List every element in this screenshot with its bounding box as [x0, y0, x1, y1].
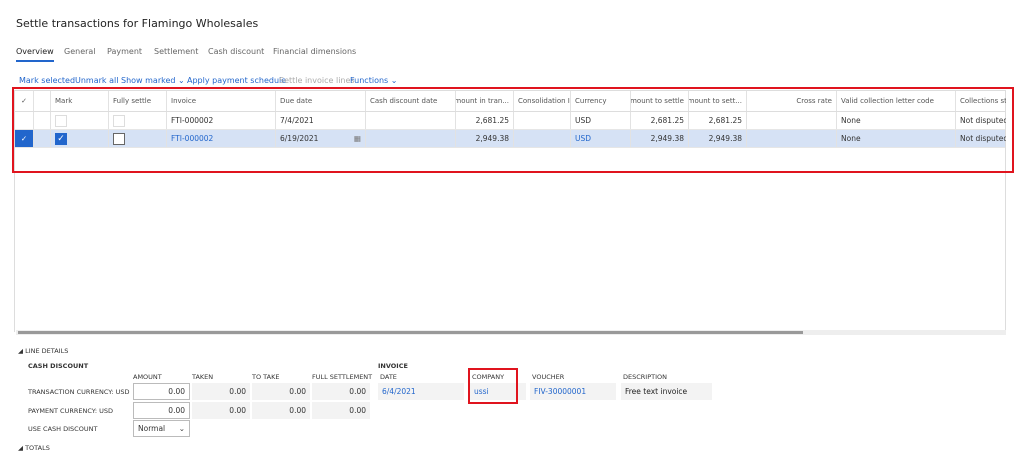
col-full-settlement: FULL SETTLEMENT: [312, 373, 373, 381]
apply-payment-schedule-button[interactable]: Apply payment schedule: [187, 76, 286, 85]
chevron-down-icon: ⌄: [390, 76, 398, 85]
transaction-full-settlement: 0.00: [312, 383, 370, 400]
page-title: Settle transactions for Flamingo Wholesa…: [16, 17, 259, 30]
functions-button[interactable]: Functions ⌄: [350, 76, 397, 85]
chevron-down-icon: ⌄: [178, 76, 185, 85]
col-taken: TAKEN: [192, 373, 214, 381]
chevron-down-icon: ⌄: [178, 424, 185, 433]
transaction-amount-input[interactable]: 0.00: [133, 383, 190, 400]
cash-discount-header: CASH DISCOUNT: [28, 362, 89, 370]
transaction-to-take: 0.00: [252, 383, 310, 400]
settle-invoice-lines-button[interactable]: Settle invoice lines: [279, 76, 355, 85]
totals-header: TOTALS: [25, 444, 50, 452]
tab-settlement[interactable]: Settlement: [154, 47, 198, 56]
col-to-take: TO TAKE: [252, 373, 280, 381]
mark-selected-button[interactable]: Mark selected: [19, 76, 75, 85]
invoice-header: INVOICE: [378, 362, 408, 370]
tab-financial-dimensions[interactable]: Financial dimensions: [273, 47, 356, 56]
show-marked-button[interactable]: Show marked ⌄: [121, 76, 185, 85]
description-value: Free text invoice: [621, 383, 712, 400]
tab-payment[interactable]: Payment: [107, 47, 142, 56]
invoice-date-link[interactable]: 6/4/2021: [378, 383, 464, 400]
tab-overview[interactable]: Overview: [16, 47, 54, 62]
highlight-box-grid: [12, 87, 1014, 173]
payment-amount-input[interactable]: 0.00: [133, 402, 190, 419]
unmark-all-button[interactable]: Unmark all: [75, 76, 118, 85]
tab-general[interactable]: General: [64, 47, 96, 56]
payment-taken: 0.00: [192, 402, 250, 419]
use-cash-discount-select[interactable]: Normal ⌄: [133, 420, 190, 437]
use-cash-discount-label: USE CASH DISCOUNT: [28, 425, 98, 433]
payment-to-take: 0.00: [252, 402, 310, 419]
payment-currency-label: PAYMENT CURRENCY: USD: [28, 407, 114, 415]
voucher-link[interactable]: FIV-30000001: [530, 383, 616, 400]
show-marked-label: Show marked: [121, 76, 176, 85]
voucher-label: VOUCHER: [532, 373, 565, 381]
horizontal-scrollbar[interactable]: [16, 330, 1006, 335]
invoice-date-label: DATE: [380, 373, 397, 381]
totals-toggle[interactable]: ◢ TOTALS: [18, 444, 50, 452]
line-details-toggle[interactable]: ◢ LINE DETAILS: [18, 347, 68, 355]
transaction-taken: 0.00: [192, 383, 250, 400]
collapse-triangle-icon: ◢: [18, 444, 23, 452]
use-cash-discount-value: Normal: [138, 424, 166, 433]
description-label: DESCRIPTION: [623, 373, 667, 381]
payment-full-settlement: 0.00: [312, 402, 370, 419]
collapse-triangle-icon: ◢: [18, 347, 23, 355]
tab-cash-discount[interactable]: Cash discount: [208, 47, 264, 56]
scrollbar-thumb[interactable]: [18, 331, 803, 334]
line-details-header: LINE DETAILS: [25, 347, 69, 355]
col-amount: AMOUNT: [133, 373, 162, 381]
functions-label: Functions: [350, 76, 389, 85]
transaction-currency-label: TRANSACTION CURRENCY: USD: [28, 388, 130, 396]
highlight-box-company: [468, 368, 518, 404]
